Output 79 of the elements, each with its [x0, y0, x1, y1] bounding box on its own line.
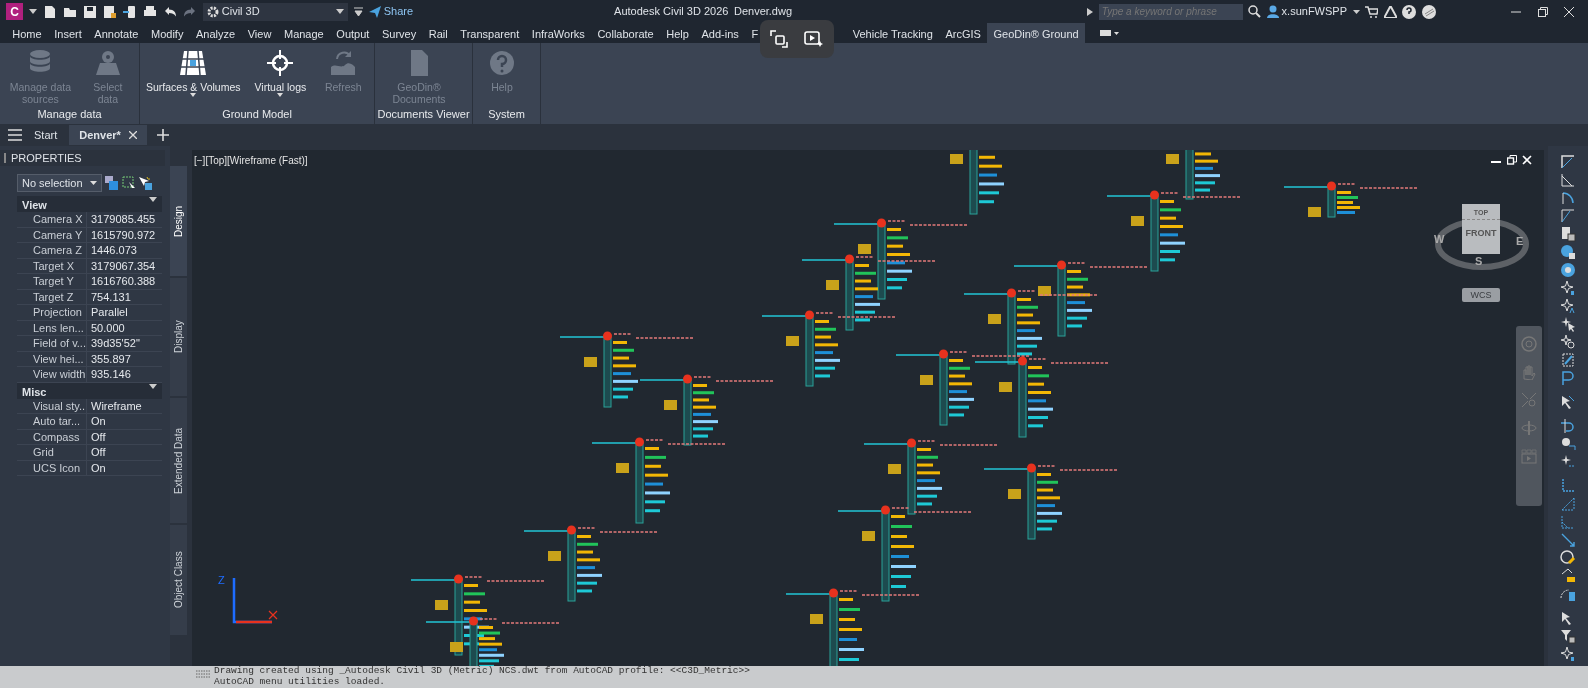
property-name: Target Z	[29, 289, 87, 304]
share-button[interactable]: Share	[369, 3, 414, 20]
viewport-controls[interactable]: [−][Top][Wireframe (Fast)]	[194, 153, 308, 168]
ribbon-tab[interactable]: Analyze	[189, 23, 242, 43]
user-name[interactable]: x.sunFWSPP	[1281, 3, 1347, 20]
side-tab[interactable]: Design	[170, 166, 187, 276]
panel-title: PROPERTIES	[11, 150, 82, 166]
axis-label: Z	[218, 574, 225, 586]
property-name: Compass	[29, 429, 87, 444]
property-name: Lens len...	[29, 320, 87, 335]
selection-dropdown[interactable]: No selection	[17, 174, 102, 192]
ribbon-tab[interactable]: Transparent	[454, 23, 526, 43]
section-header[interactable]: View	[17, 196, 162, 212]
property-value[interactable]: Parallel	[87, 305, 162, 320]
app-logo[interactable]: C	[6, 3, 23, 20]
ribbon-tab[interactable]: F	[745, 23, 765, 43]
property-value[interactable]: 3179085.455	[87, 212, 162, 227]
workspace-dropdown[interactable]: Civil 3D	[203, 2, 348, 21]
property-value[interactable]: On	[87, 460, 162, 475]
property-value[interactable]: 1446.073	[87, 243, 162, 258]
property-value[interactable]: 50.000	[87, 320, 162, 335]
compass-direction[interactable]: E	[1516, 233, 1524, 250]
side-tab[interactable]: Object Class	[170, 525, 187, 635]
ribbon-button[interactable]: Surfaces & Volumes	[144, 47, 243, 106]
property-value[interactable]: Off	[87, 429, 162, 444]
ribbon-tab[interactable]: View	[241, 23, 278, 43]
file-tab[interactable]: Denver*	[69, 124, 147, 146]
compass-direction[interactable]: S	[1475, 253, 1483, 270]
ucs-menu-button[interactable]: WCS	[1462, 288, 1500, 302]
ribbon-tab[interactable]: Manage	[277, 23, 331, 43]
property-value[interactable]: 935.146	[87, 367, 162, 382]
property-name: Field of v...	[29, 336, 87, 351]
property-name: Target Y	[29, 274, 87, 289]
property-name: Projection	[29, 305, 87, 320]
ribbon-tab[interactable]: Collaborate	[591, 23, 660, 43]
panel-title: Documents Viewer	[376, 107, 471, 122]
file-name: Denver.dwg	[733, 4, 793, 20]
ribbon-button[interactable]: Virtual logs	[252, 47, 309, 106]
property-value[interactable]: 754.131	[87, 289, 162, 304]
property-name: Auto tar...	[29, 414, 87, 429]
property-name: View hei...	[29, 351, 87, 366]
ribbon-tab[interactable]: InfraWorks	[525, 23, 592, 43]
property-name: Camera Y	[29, 227, 87, 242]
ribbon-tab[interactable]: Rail	[422, 23, 455, 43]
property-name: Camera Z	[29, 243, 87, 258]
panel-title: System	[487, 107, 526, 122]
property-value[interactable]: 1616760.388	[87, 274, 162, 289]
property-value[interactable]: Off	[87, 445, 162, 460]
ribbon-tab[interactable]: Home	[6, 23, 48, 43]
property-name: Visual sty...	[29, 398, 87, 413]
ribbon-tab[interactable]: Vehicle Tracking	[846, 23, 940, 43]
property-name: Target X	[29, 258, 87, 273]
command-history-line: Drawing created using _Autodesk Civil 3D (Metric) NCS.dwt from AutoCAD profile: <<C3D_Metric>>	[214, 666, 750, 677]
side-tab[interactable]: Extended Data	[170, 398, 187, 523]
file-tab[interactable]: Start	[24, 124, 68, 146]
ribbon-tab[interactable]: Modify	[144, 23, 190, 43]
ribbon-tab[interactable]: Output	[330, 23, 376, 43]
ribbon-tab[interactable]: ArcGIS	[939, 23, 988, 43]
property-value[interactable]: 39d35'52"	[87, 336, 162, 351]
property-value[interactable]: Wireframe	[87, 398, 162, 413]
ribbon-tab[interactable]: Annotate	[88, 23, 145, 43]
property-value[interactable]: 3179067.354	[87, 258, 162, 273]
panel-title: Ground Model	[221, 107, 293, 122]
ribbon-tab[interactable]: Help	[660, 23, 696, 43]
ribbon-tab[interactable]: GeoDin® Ground	[987, 23, 1085, 43]
command-history-line: AutoCAD menu utilities loaded.	[214, 676, 387, 687]
ribbon-tab[interactable]: Survey	[375, 23, 423, 43]
panel-title: Manage data	[36, 107, 103, 122]
ribbon-tab[interactable]: Insert	[47, 23, 89, 43]
property-value[interactable]: 1615790.972	[87, 227, 162, 242]
property-name: UCS Icon	[29, 460, 87, 475]
app-title: Autodesk Civil 3D 2026	[614, 4, 729, 20]
property-value[interactable]: On	[87, 414, 162, 429]
property-name: Camera X	[29, 212, 87, 227]
property-name: Grid	[29, 445, 87, 460]
property-name: View width	[29, 367, 87, 382]
property-value[interactable]: 355.897	[87, 351, 162, 366]
ribbon-tab[interactable]: Add-ins	[695, 23, 746, 43]
side-tab[interactable]: Display	[170, 278, 187, 396]
